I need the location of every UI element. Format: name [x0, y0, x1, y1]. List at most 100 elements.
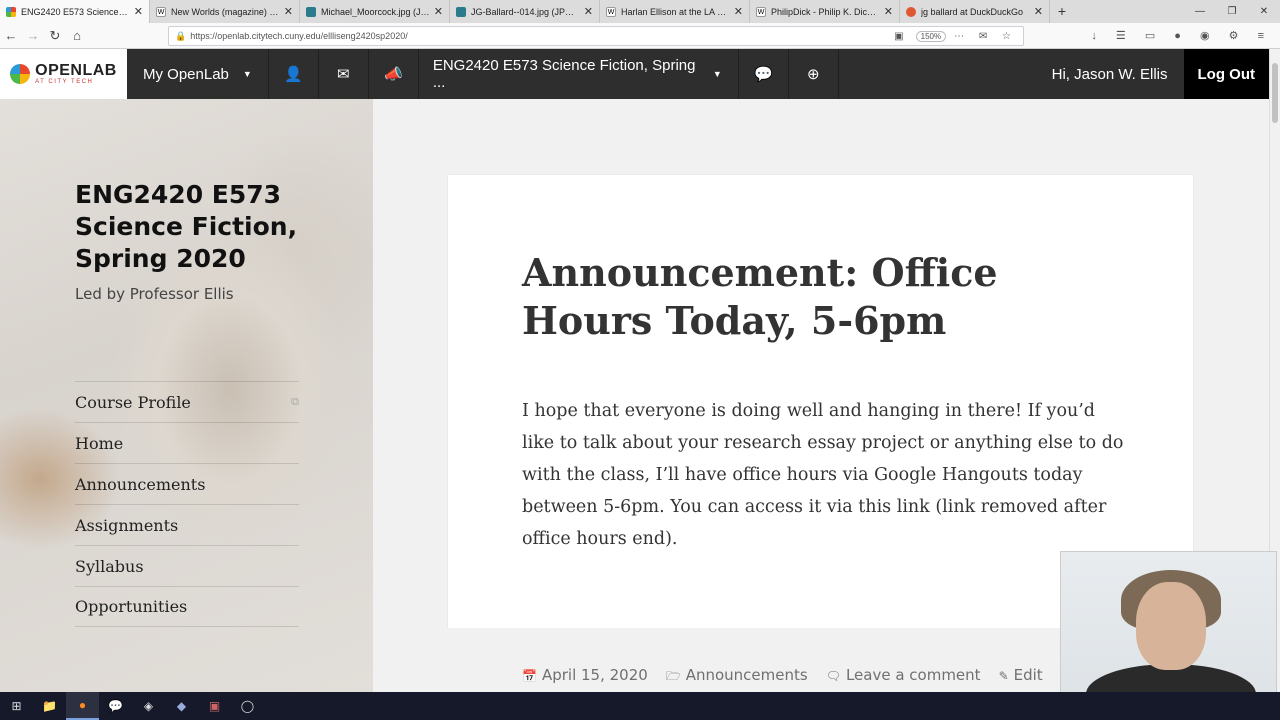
chevron-down-icon: ▼ — [712, 69, 722, 79]
browser-tab[interactable]: W Harlan Ellison at the LA Press Club ✕ — [600, 0, 750, 23]
home-icon[interactable]: ⌂ — [66, 28, 88, 43]
windows-start-icon[interactable]: ⊞ — [0, 692, 33, 720]
url-text[interactable]: https://openlab.citytech.cuny.edu/elllis… — [190, 31, 894, 41]
site-sidebar: ENG2420 E573 Science Fiction, Spring 202… — [0, 99, 373, 692]
minimize-icon[interactable]: — — [1184, 0, 1216, 23]
tab-title: ENG2420 E573 Science Fiction, Spring 202… — [21, 6, 130, 17]
wikipedia-icon: W — [756, 6, 766, 17]
openlab-logo-icon — [10, 64, 31, 84]
tab-title: Michael_Moorcock.jpg (JPEG Image) — [321, 6, 430, 17]
restore-icon[interactable]: ❐ — [1216, 0, 1248, 23]
wikipedia-icon: W — [606, 6, 616, 17]
webcam-overlay — [1060, 551, 1277, 713]
post-title: Announcement: Office Hours Today, 5-6pm — [522, 250, 998, 343]
scrollbar-thumb[interactable] — [1272, 63, 1278, 123]
menu-item-announcements[interactable]: Announcements — [75, 463, 299, 504]
comments-icon[interactable]: 💬 — [739, 49, 789, 99]
menu-item-label: Announcements — [75, 474, 206, 494]
external-link-icon: ⧉ — [291, 395, 299, 408]
course-menu[interactable]: ENG2420 E573 Science Fiction, Spring ...… — [419, 49, 739, 99]
reload-icon[interactable]: ↻ — [44, 28, 66, 44]
menu-item-label: Opportunities — [75, 597, 188, 616]
add-new-icon[interactable]: ⊕ — [789, 49, 839, 99]
reader-view-icon[interactable]: ▣ — [894, 31, 909, 42]
zoom-level[interactable]: 150% — [915, 30, 947, 42]
menu-item-course-profile[interactable]: Course Profile ⧉ — [75, 381, 299, 422]
site-title[interactable]: ENG2420 E573 Science Fiction, Spring 202… — [75, 179, 335, 275]
close-window-icon[interactable]: ✕ — [1248, 0, 1280, 23]
announcements-icon[interactable]: 📣 — [369, 49, 419, 99]
site-description: Led by Professor Ellis — [75, 285, 234, 303]
messages-icon[interactable]: ✉ — [319, 49, 369, 99]
page-actions-icon[interactable]: ⋯ ✉ ☆ — [954, 31, 1017, 42]
tab-title: jg ballard at DuckDuckGo — [921, 6, 1024, 17]
post-date: April 15, 2020 — [541, 666, 648, 684]
close-tab-icon[interactable]: ✕ — [284, 5, 293, 18]
course-menu-label: ENG2420 E573 Science Fiction, Spring ... — [432, 57, 696, 91]
app-icon[interactable]: ◈ — [132, 692, 165, 720]
browser-tab[interactable]: jg ballard at DuckDuckGo ✕ — [900, 0, 1050, 23]
menu-item-label: Assignments — [75, 515, 179, 535]
image-icon — [306, 6, 316, 17]
site-menu: Course Profile ⧉ Home Announcements Assi… — [75, 381, 299, 627]
tab-title: JG-Ballard--014.jpg (JPEG Image) — [471, 6, 580, 17]
app-icon[interactable]: ◆ — [165, 692, 198, 720]
post-date-link[interactable]: 📅 April 15, 2020 — [522, 666, 648, 688]
tab-title: New Worlds (magazine) - Wikipedia — [171, 6, 280, 17]
chat-app-icon[interactable]: 💬 — [99, 692, 132, 720]
tab-title: PhilipDick - Philip K. Dick - Wikipedia — [771, 6, 880, 17]
chevron-down-icon: ▼ — [242, 69, 252, 79]
menu-item-label: Course Profile — [75, 392, 191, 412]
forward-icon[interactable]: → — [22, 28, 44, 43]
leave-comment-label: Leave a comment — [845, 666, 981, 684]
os-taskbar: ⊞ 📁 ● 💬 ◈ ◆ ▣ ◯ — [0, 692, 1280, 720]
logo-subtext: AT CITY TECH — [35, 79, 94, 85]
post-category-link[interactable]: 🗁 Announcements — [666, 666, 808, 688]
app-icon[interactable]: ▣ — [198, 692, 231, 720]
close-tab-icon[interactable]: ✕ — [734, 5, 743, 18]
menu-item-home[interactable]: Home — [75, 422, 299, 463]
url-bar[interactable]: 🔒 https://openlab.citytech.cuny.edu/elll… — [168, 26, 1024, 46]
close-tab-icon[interactable]: ✕ — [1034, 5, 1043, 18]
close-tab-icon[interactable]: ✕ — [584, 5, 593, 18]
post-content: I hope that everyone is doing well and h… — [522, 401, 1124, 549]
tab-title: Harlan Ellison at the LA Press Club — [621, 6, 730, 17]
my-openlab-label: My OpenLab — [143, 65, 229, 83]
new-tab-button[interactable]: + — [1050, 0, 1074, 23]
post-category: Announcements — [685, 666, 808, 684]
browser-tab[interactable]: ENG2420 E573 Science Fiction, Spring 202… — [0, 0, 150, 23]
close-tab-icon[interactable]: ✕ — [434, 5, 443, 18]
openlab-admin-bar: OPENLAB AT CITY TECH My OpenLab ▼ 👤 ✉ 📣 … — [0, 49, 1269, 99]
browser-tab[interactable]: W PhilipDick - Philip K. Dick - Wikipedia… — [750, 0, 900, 23]
back-icon[interactable]: ← — [0, 28, 22, 43]
browser-navbar: ← → ↻ ⌂ 🔒 https://openlab.citytech.cuny.… — [0, 23, 1280, 49]
close-tab-icon[interactable]: ✕ — [884, 5, 893, 18]
openlab-logo[interactable]: OPENLAB AT CITY TECH — [0, 49, 127, 99]
folder-icon: 🗁 — [665, 669, 681, 683]
lock-icon: 🔒 — [175, 30, 187, 41]
user-icon[interactable]: 👤 — [269, 49, 319, 99]
my-openlab-menu[interactable]: My OpenLab ▼ — [127, 49, 269, 99]
toolbar-icons[interactable]: ↓ ☰ ▭ ● ◉ ⚙ ≡ — [1091, 29, 1272, 42]
browser-tab[interactable]: Michael_Moorcock.jpg (JPEG Image) ✕ — [300, 0, 450, 23]
app-icon[interactable]: ◯ — [231, 692, 264, 720]
leave-comment-link[interactable]: 🗨 Leave a comment — [826, 666, 981, 688]
user-greeting[interactable]: Hi, Jason W. Ellis — [1036, 49, 1184, 99]
browser-tab[interactable]: JG-Ballard--014.jpg (JPEG Image) ✕ — [450, 0, 600, 23]
firefox-icon[interactable]: ● — [66, 692, 99, 720]
menu-item-label: Syllabus — [75, 556, 144, 576]
person-head — [1136, 582, 1206, 670]
edit-label: Edit — [1013, 666, 1043, 684]
pencil-icon: ✎ — [998, 669, 1009, 683]
menu-item-assignments[interactable]: Assignments — [75, 504, 299, 545]
browser-tab[interactable]: W New Worlds (magazine) - Wikipedia ✕ — [150, 0, 300, 23]
close-tab-icon[interactable]: ✕ — [134, 5, 143, 18]
logout-button[interactable]: Log Out — [1183, 49, 1269, 99]
window-controls: — ❐ ✕ — [1184, 0, 1280, 23]
menu-item-syllabus[interactable]: Syllabus — [75, 545, 299, 586]
file-explorer-icon[interactable]: 📁 — [33, 692, 66, 720]
calendar-icon: 📅 — [522, 669, 537, 683]
menu-item-opportunities[interactable]: Opportunities — [75, 586, 299, 627]
menu-item-label: Home — [75, 433, 124, 453]
edit-post-link[interactable]: ✎ Edit — [999, 666, 1043, 688]
